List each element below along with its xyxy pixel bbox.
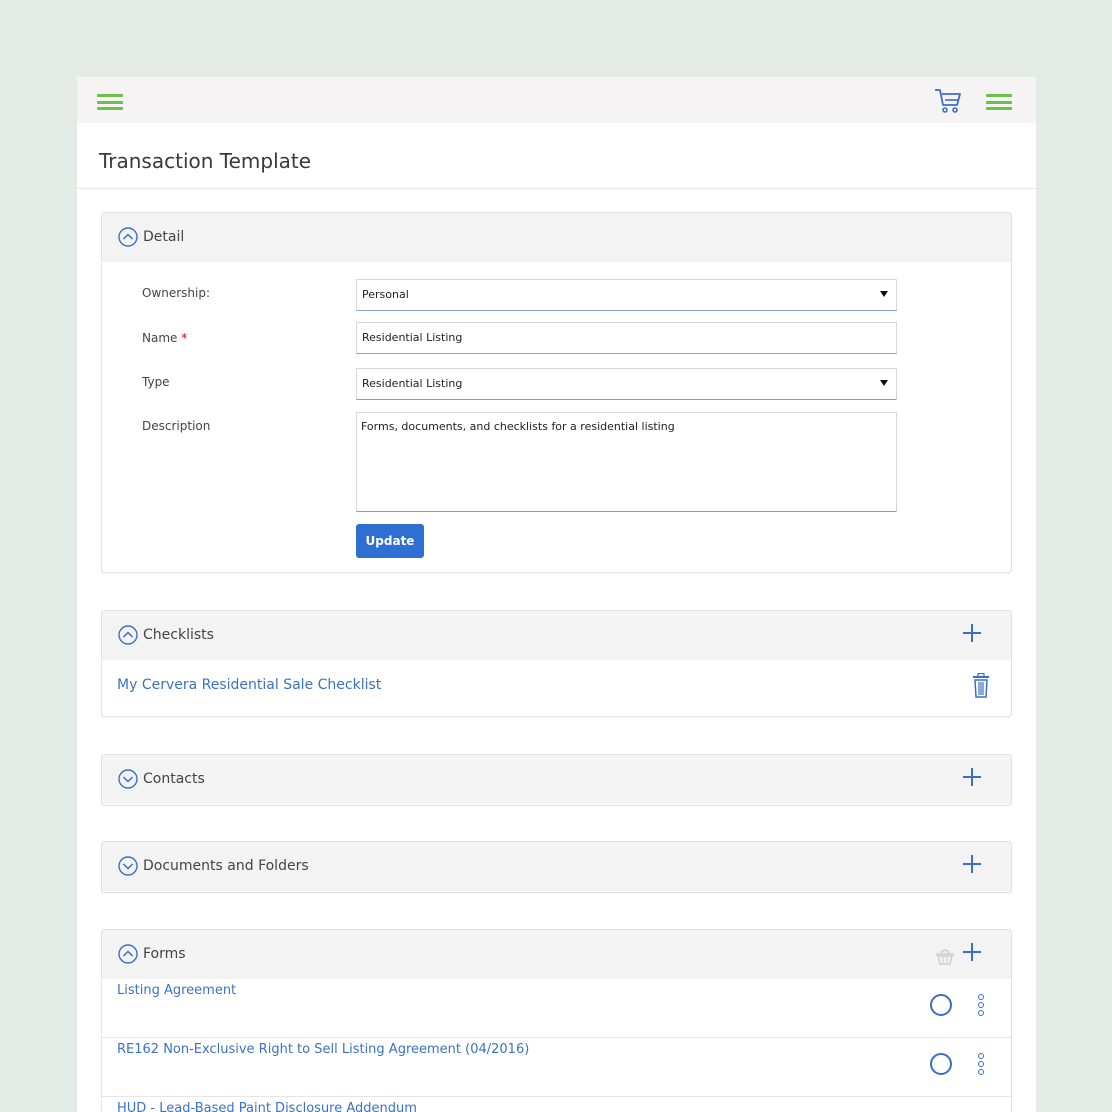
- checklist-link[interactable]: My Cervera Residential Sale Checklist: [117, 677, 381, 693]
- chevron-down-icon[interactable]: [118, 856, 138, 876]
- ownership-value: Personal: [362, 288, 409, 301]
- description-value: Forms, documents, and checklists for a r…: [361, 420, 675, 433]
- name-label: Name *: [142, 331, 187, 345]
- hamburger-icon[interactable]: [986, 94, 1012, 110]
- detail-title: Detail: [143, 229, 185, 245]
- form-item: RE162 Non-Exclusive Right to Sell Listin…: [102, 1038, 1011, 1097]
- hamburger-icon[interactable]: [97, 94, 123, 110]
- chevron-up-icon[interactable]: [118, 944, 138, 964]
- caret-down-icon: [880, 380, 888, 386]
- more-options-icon[interactable]: [978, 1053, 984, 1075]
- cart-icon[interactable]: [933, 86, 963, 114]
- forms-title: Forms: [143, 946, 186, 962]
- required-marker: *: [181, 331, 188, 345]
- add-contact-button[interactable]: [962, 767, 982, 787]
- form-link[interactable]: Listing Agreement: [117, 983, 236, 998]
- checklists-header[interactable]: Checklists: [102, 611, 1011, 660]
- type-select[interactable]: Residential Listing: [356, 368, 897, 400]
- type-label: Type: [142, 375, 170, 389]
- form-item: HUD - Lead-Based Paint Disclosure Addend…: [102, 1097, 1011, 1112]
- checklist-item: My Cervera Residential Sale Checklist: [102, 660, 1011, 715]
- chevron-down-icon[interactable]: [118, 769, 138, 789]
- forms-header[interactable]: Forms: [102, 930, 1011, 979]
- documents-title: Documents and Folders: [143, 858, 309, 874]
- page-title: Transaction Template: [77, 123, 1036, 189]
- chevron-up-icon[interactable]: [118, 227, 138, 247]
- description-textarea[interactable]: Forms, documents, and checklists for a r…: [356, 412, 897, 512]
- form-link[interactable]: HUD - Lead-Based Paint Disclosure Addend…: [117, 1101, 417, 1112]
- checklists-title: Checklists: [143, 627, 214, 643]
- documents-header[interactable]: Documents and Folders: [102, 842, 1011, 891]
- type-value: Residential Listing: [362, 377, 463, 390]
- app-window: Transaction Template Detail Ownership: P…: [77, 77, 1036, 1112]
- top-bar: [77, 77, 1036, 123]
- select-circle-icon[interactable]: [930, 994, 952, 1016]
- basket-icon[interactable]: [934, 944, 956, 966]
- ownership-select[interactable]: Personal: [356, 279, 897, 311]
- form-link[interactable]: RE162 Non-Exclusive Right to Sell Listin…: [117, 1042, 529, 1057]
- caret-down-icon: [880, 291, 888, 297]
- add-form-button[interactable]: [962, 942, 982, 962]
- update-button[interactable]: Update: [356, 524, 424, 558]
- contacts-panel: Contacts: [101, 754, 1012, 806]
- form-item: Listing Agreement: [102, 979, 1011, 1038]
- detail-panel: Detail Ownership: Personal Name * Reside…: [101, 212, 1012, 573]
- documents-panel: Documents and Folders: [101, 841, 1012, 893]
- ownership-label: Ownership:: [142, 286, 211, 300]
- name-input[interactable]: Residential Listing: [356, 322, 897, 354]
- add-document-button[interactable]: [962, 854, 982, 874]
- chevron-up-icon[interactable]: [118, 625, 138, 645]
- checklists-panel: Checklists My Cervera Residential Sale C…: [101, 610, 1012, 717]
- add-checklist-button[interactable]: [962, 623, 982, 643]
- description-label: Description: [142, 419, 211, 433]
- forms-panel: Forms Listing Agreement RE162 Non-Exclus…: [101, 929, 1012, 1112]
- name-label-text: Name: [142, 331, 178, 345]
- select-circle-icon[interactable]: [930, 1053, 952, 1075]
- contacts-title: Contacts: [143, 771, 205, 787]
- contacts-header[interactable]: Contacts: [102, 755, 1011, 804]
- detail-header[interactable]: Detail: [102, 213, 1011, 262]
- name-value: Residential Listing: [362, 331, 463, 344]
- more-options-icon[interactable]: [978, 994, 984, 1016]
- trash-icon[interactable]: [971, 673, 991, 699]
